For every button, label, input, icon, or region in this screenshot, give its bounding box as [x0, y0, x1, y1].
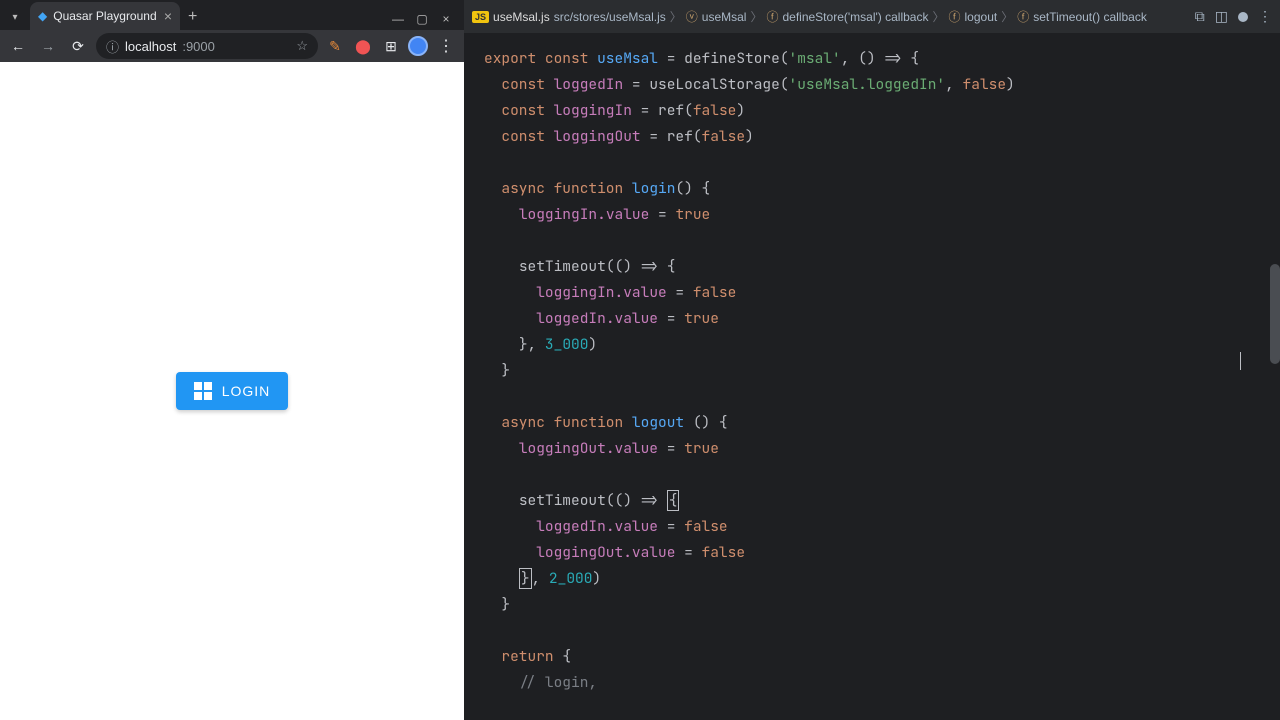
modified-indicator-icon	[1238, 12, 1248, 22]
browser-tabbar: ▾ ◆ Quasar Playground × + — ▢ ×	[0, 0, 464, 30]
login-button-label: LOGIN	[222, 383, 271, 399]
function-icon: ⓕ	[948, 8, 960, 25]
window-controls: — ▢ ×	[386, 12, 464, 26]
quasar-favicon-icon: ◆	[38, 9, 47, 23]
site-info-icon[interactable]: ⓘ	[106, 37, 119, 56]
url-domain: localhost	[125, 39, 176, 54]
function-icon: ⓕ	[1017, 8, 1029, 25]
reader-mode-icon[interactable]: ⧉	[1195, 8, 1205, 25]
crumb-path[interactable]: src/stores/useMsal.js	[554, 10, 666, 24]
login-button[interactable]: LOGIN	[176, 372, 289, 410]
microsoft-icon	[194, 382, 212, 400]
browser-tab[interactable]: ◆ Quasar Playground ×	[30, 2, 180, 30]
extension-icon[interactable]: ✎	[324, 35, 346, 57]
crumb-item[interactable]: defineStore('msal') callback	[782, 10, 928, 24]
editor-breadcrumbs: JS useMsal.js src/stores/useMsal.js 〉 ⓥ …	[464, 0, 1280, 34]
minimize-icon[interactable]: —	[386, 12, 410, 26]
split-icon[interactable]: ◫	[1215, 8, 1228, 25]
function-icon: ⓕ	[766, 8, 778, 25]
close-window-icon[interactable]: ×	[434, 12, 458, 26]
reload-button[interactable]: ⟳	[66, 34, 90, 58]
scrollbar-thumb[interactable]	[1270, 264, 1280, 364]
new-tab-button[interactable]: +	[188, 8, 197, 26]
extension-icon-2[interactable]: ⬤	[352, 35, 374, 57]
page-viewport: LOGIN	[0, 62, 464, 720]
bookmark-star-icon[interactable]: ☆	[296, 38, 308, 54]
toolbar-actions: ✎ ⬤ ⊞ ⋮	[324, 35, 458, 57]
address-bar[interactable]: ⓘ localhost :9000 ☆	[96, 33, 318, 59]
crumb-item[interactable]: useMsal	[702, 10, 747, 24]
crumb-item[interactable]: logout	[965, 10, 998, 24]
profile-avatar[interactable]	[408, 36, 428, 56]
code-area[interactable]: export const useMsal = defineStore('msal…	[464, 34, 1280, 720]
maximize-icon[interactable]: ▢	[410, 12, 434, 26]
browser-menu-icon[interactable]: ⋮	[434, 36, 458, 56]
forward-button[interactable]: →	[36, 34, 60, 58]
crumb-item[interactable]: setTimeout() callback	[1033, 10, 1147, 24]
back-button[interactable]: ←	[6, 34, 30, 58]
tab-title: Quasar Playground	[53, 9, 156, 23]
browser-toolbar: ← → ⟳ ⓘ localhost :9000 ☆ ✎ ⬤ ⊞ ⋮	[0, 30, 464, 62]
code-editor: JS useMsal.js src/stores/useMsal.js 〉 ⓥ …	[464, 0, 1280, 720]
text-cursor	[1240, 352, 1241, 370]
chevron-icon: 〉	[932, 8, 944, 25]
browser-window: ▾ ◆ Quasar Playground × + — ▢ × ← → ⟳ ⓘ …	[0, 0, 464, 720]
chevron-icon: 〉	[750, 8, 762, 25]
editor-menu-icon[interactable]: ⋮	[1258, 8, 1272, 25]
js-file-icon: JS	[472, 11, 489, 23]
chevron-icon: 〉	[1001, 8, 1013, 25]
url-port: :9000	[182, 39, 215, 54]
close-tab-icon[interactable]: ×	[164, 9, 172, 23]
tab-search-icon[interactable]: ▾	[4, 6, 26, 28]
variable-icon: ⓥ	[686, 8, 698, 25]
extensions-icon[interactable]: ⊞	[380, 35, 402, 57]
chevron-icon: 〉	[670, 8, 682, 25]
editor-filename[interactable]: useMsal.js	[493, 10, 550, 24]
